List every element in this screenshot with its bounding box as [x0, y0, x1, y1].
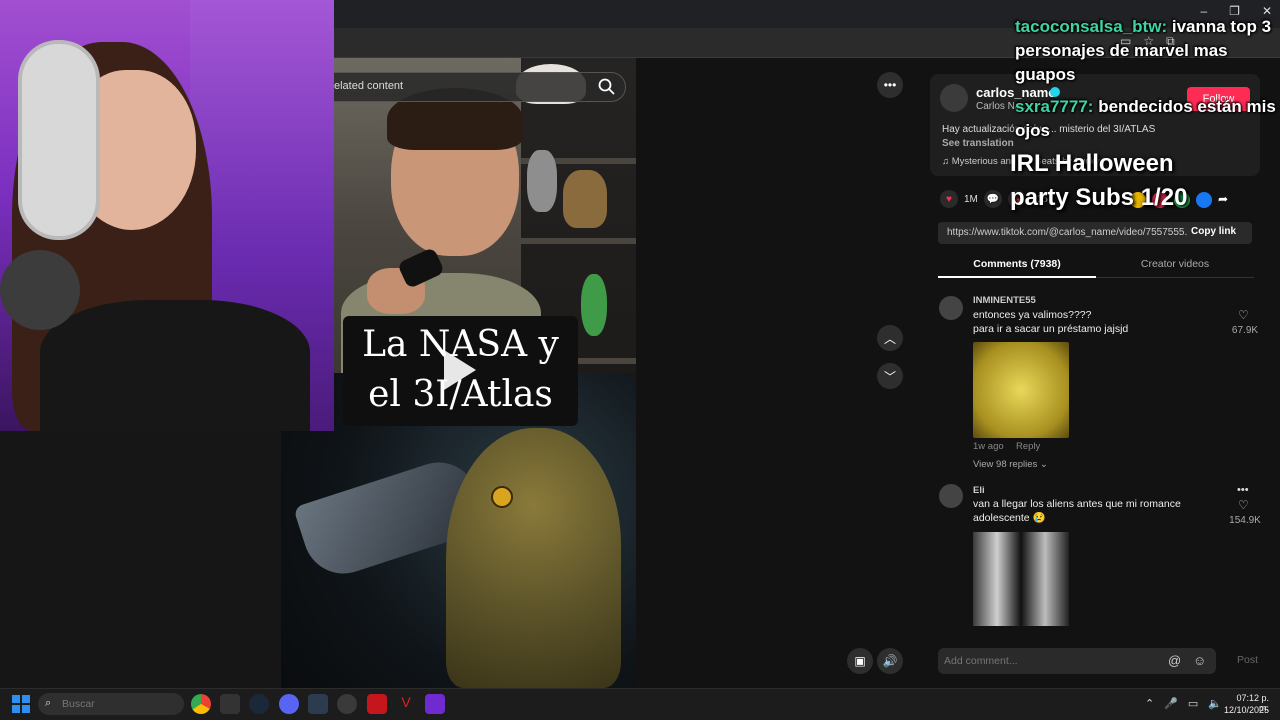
tab-comments[interactable]: Comments (7938) [938, 254, 1096, 278]
comment-text: entonces ya valimos???? [973, 309, 1092, 321]
reply-button[interactable]: Reply [1016, 441, 1040, 452]
valorant-icon[interactable]: V [396, 694, 416, 714]
comment-button[interactable]: 💬 [983, 190, 1002, 208]
chat-message: tacoconsalsa_btw: ivanna top 3 personaje… [1015, 15, 1277, 87]
next-video-button[interactable]: ﹀ [877, 363, 903, 389]
related-search-text: elated content [334, 80, 404, 92]
studio-microphone [0, 250, 80, 330]
music-note-icon: ♫ [942, 156, 952, 167]
comment-image[interactable] [973, 342, 1069, 438]
comment-like-count: 67.9K [1231, 325, 1259, 336]
clock-date[interactable]: 12/10/2025 [1222, 705, 1269, 715]
comment-username[interactable]: Eli [973, 485, 985, 496]
streamer-shirt [40, 300, 310, 431]
chat-message: sxra7777: bendecidos están mis ojos [1015, 95, 1277, 143]
volume-icon[interactable]: 🔈 [1208, 697, 1222, 710]
twitch-studio-icon[interactable] [425, 694, 445, 714]
comment-icon: 💬 [986, 193, 1000, 205]
stream-overlay-title: IRL Halloween [1010, 150, 1174, 177]
mention-icon[interactable]: @ [1168, 653, 1181, 668]
heart-icon: ♥ [946, 193, 952, 205]
comment-text: para ir a sacar un préstamo jajsjd [973, 323, 1129, 335]
chrome-app-icon[interactable] [191, 694, 211, 714]
volume-button[interactable]: 🔊 [877, 648, 903, 674]
comment-text: adolescente 😢 [973, 512, 1046, 524]
system-tray: ⌃ 🎤 ▭ 🔈 [1145, 697, 1222, 710]
steam-icon[interactable] [249, 694, 269, 714]
chevron-up-icon[interactable]: ⌃ [1145, 697, 1154, 710]
like-count: 1M [964, 193, 978, 205]
copy-link-button[interactable]: Copy link [1191, 226, 1236, 237]
windows-start-icon[interactable] [12, 695, 30, 713]
network-icon[interactable]: ▭ [1188, 697, 1198, 710]
comment-image[interactable] [973, 532, 1069, 626]
picture-in-picture-button[interactable]: ▣ [847, 648, 873, 674]
chat-username: sxra7777: [1015, 97, 1094, 116]
author-avatar[interactable] [940, 84, 968, 112]
like-button[interactable]: ♥ [940, 190, 958, 208]
headset [18, 40, 100, 240]
app-icon[interactable] [308, 694, 328, 714]
stream-overlay-goal: party Subs 1/20 [1010, 184, 1188, 211]
comment-more-icon[interactable]: ••• [1237, 484, 1249, 496]
more-options-button[interactable]: ••• [877, 72, 903, 98]
reptilian-illustration [446, 428, 621, 688]
share-arrow-icon[interactable]: ➦ [1218, 192, 1228, 208]
teddy-bear [563, 170, 607, 228]
taskbar-search-input[interactable] [38, 693, 184, 715]
obs-icon[interactable] [337, 694, 357, 714]
chat-username: tacoconsalsa_btw: [1015, 17, 1168, 36]
comment-username[interactable]: INMINENTE55 [973, 295, 1036, 306]
comment-like-icon[interactable]: ♡ [1238, 498, 1249, 512]
comment-like-count: 154.9K [1229, 515, 1261, 526]
chevron-down-icon: ﹀ [883, 369, 896, 384]
reptile-eye [491, 486, 513, 508]
tab-creator-videos[interactable]: Creator videos [1096, 254, 1254, 278]
alien-toy [581, 274, 607, 336]
share-link-url[interactable]: https://www.tiktok.com/@carlos_name/vide… [947, 227, 1187, 238]
emoji-icon[interactable]: ☺ [1193, 653, 1206, 668]
view-replies-link[interactable]: View 98 replies ⌄ [973, 459, 1048, 470]
app-red-icon[interactable] [367, 694, 387, 714]
comment-avatar[interactable] [939, 296, 963, 320]
search-icon: ⌕ [45, 697, 52, 709]
post-button[interactable]: Post [1237, 654, 1258, 666]
previous-video-button[interactable]: ︿ [877, 325, 903, 351]
see-translation-link[interactable]: See translation [942, 138, 1014, 149]
speaker-icon: 🔊 [882, 654, 898, 668]
comment-like-icon[interactable]: ♡ [1238, 308, 1249, 322]
comment-avatar[interactable] [939, 484, 963, 508]
facebook-share-icon[interactable] [1196, 192, 1212, 208]
search-icon[interactable] [597, 77, 617, 97]
discord-icon[interactable] [279, 694, 299, 714]
microphone-icon[interactable]: 🎤 [1164, 697, 1178, 710]
play-icon[interactable] [444, 350, 476, 390]
video-player[interactable]: La NASA y el 3I/Atlas [281, 58, 636, 688]
streamer-webcam [0, 0, 334, 431]
comment-time: 1w ago [973, 441, 1004, 452]
toy-figure [527, 150, 557, 212]
pip-icon: ▣ [854, 654, 866, 668]
epic-games-icon[interactable] [220, 694, 240, 714]
comment-text: van a llegar los aliens antes que mi rom… [973, 498, 1181, 510]
chevron-up-icon: ︿ [883, 331, 896, 346]
more-icon: ••• [883, 78, 897, 92]
